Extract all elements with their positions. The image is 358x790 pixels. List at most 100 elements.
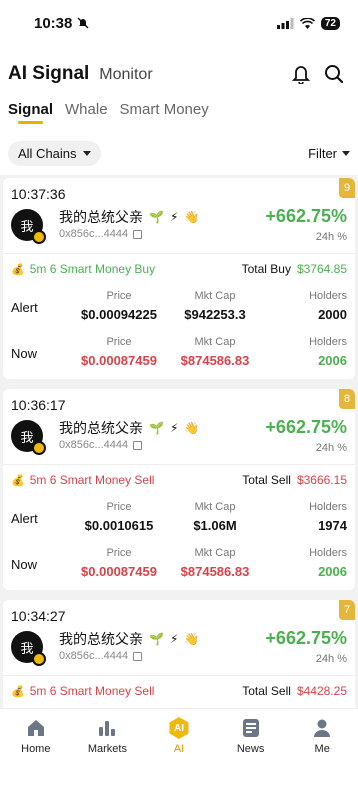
price-label: Price [106,547,132,559]
tab-smart-money[interactable]: Smart Money [120,101,209,124]
tab-ai[interactable]: AI AI [149,717,209,790]
tab-ai-label: AI [173,743,185,755]
monitor-tab[interactable]: Monitor [99,66,152,84]
signal-card[interactable]: 10:36:17 8 我 我的总统父亲 🌱 ⚡ 👋 0x856c...4444 +66… [3,389,355,590]
signal-card[interactable]: 10:37:36 9 我 我的总统父亲 🌱 ⚡ 👋 0x856c...4444 +66… [3,178,355,379]
total-label: Total Sell [242,684,291,698]
status-time: 10:38 [34,15,89,32]
token-avatar: 我 [11,631,46,666]
ai-icon: AI [169,717,189,739]
bnb-chain-icon [32,230,46,244]
status-bar: 10:38 72 [0,0,358,46]
token-address: 0x856c...4444 [59,439,129,451]
copy-icon[interactable] [133,651,143,661]
rank-badge: 7 [339,600,355,620]
chevron-down-icon [82,150,91,156]
token-address: 0x856c...4444 [59,228,129,240]
token-avatar: 我 [11,209,46,244]
tab-me-label: Me [314,743,330,755]
bell-icon[interactable] [292,64,310,84]
alert-price: $0.0010615 [84,518,154,533]
price-change: +662.75% [265,628,347,648]
change-label: 24h % [315,653,347,665]
money-bag-icon: 💰 [11,685,25,698]
alert-holders: 1974 [318,518,347,533]
token-address: 0x856c...4444 [59,650,129,662]
lightning-icon: ⚡ [169,210,179,224]
hand-icon: 👋 [184,632,200,646]
copy-icon[interactable] [133,229,143,239]
hand-icon: 👋 [184,210,200,224]
alert-price: $0.00094225 [81,307,157,322]
tab-me[interactable]: Me [292,717,352,790]
chain-dropdown[interactable]: All Chains [8,140,101,166]
copy-icon[interactable] [133,440,143,450]
now-holders: 2006 [318,564,347,579]
holders-label: Holders [309,547,347,559]
mkt-cap-label: Mkt Cap [194,336,236,348]
hand-icon: 👋 [184,421,200,435]
change-label: 24h % [315,442,347,454]
news-icon [242,719,259,737]
price-label: Price [106,501,132,513]
search-icon[interactable] [324,64,344,84]
token-name: 我的总统父亲 [59,631,143,647]
avatar-text: 我 [20,218,34,234]
now-mkt-cap: $874586.83 [180,353,250,368]
lightning-icon: ⚡ [169,632,179,646]
filter-bar: All Chains Filter [0,131,358,175]
avatar-text: 我 [20,640,34,656]
person-icon [314,719,331,737]
now-mkt-cap: $874586.83 [180,564,250,579]
tab-home[interactable]: Home [6,717,66,790]
holders-label: Holders [309,290,347,302]
signal-list[interactable]: 10:37:36 9 我 我的总统父亲 🌱 ⚡ 👋 0x856c...4444 +66… [0,178,358,708]
wifi-icon [299,17,315,29]
tab-whale[interactable]: Whale [65,101,108,124]
signal-tabs: Signal Whale Smart Money [0,101,358,131]
signal-icon [276,17,294,29]
total-label: Total Buy [241,262,291,276]
now-label: Now [11,346,38,361]
sprout-icon: 🌱 [149,421,164,435]
lightning-icon: ⚡ [169,421,179,435]
markets-icon [99,721,116,736]
token-name: 我的总统父亲 [59,420,143,436]
alert-mkt-cap: $1.06M [193,518,237,533]
price-change: +662.75% [265,206,347,226]
price-label: Price [106,290,132,302]
mkt-cap-label: Mkt Cap [194,501,236,513]
money-bag-icon: 💰 [11,474,25,487]
sprout-icon: 🌱 [149,632,164,646]
tab-signal[interactable]: Signal [8,101,53,124]
tab-markets[interactable]: Markets [77,717,137,790]
chevron-down-icon [342,150,350,156]
total-label: Total Sell [242,473,291,487]
tab-home-label: Home [21,743,51,755]
battery-icon: 72 [320,16,340,30]
signal-card[interactable]: 10:34:27 7 我 我的总统父亲 🌱 ⚡ 👋 0x856c...4444 +66… [3,600,355,708]
filter-label: Filter [308,145,337,161]
now-label: Now [11,557,38,572]
mkt-cap-label: Mkt Cap [194,290,236,302]
page-title: AI Signal [8,62,90,84]
card-time: 10:37:36 [11,186,66,202]
alert-holders: 2000 [318,307,347,322]
divider [3,253,355,254]
now-price: $0.00087459 [81,564,157,579]
holders-label: Holders [309,336,347,348]
alert-mkt-cap: $942253.3 [184,307,246,322]
time-text: 10:38 [34,14,73,32]
bottom-tab-bar: Home Markets AI AI News Me [0,708,358,790]
price-label: Price [106,336,132,348]
tab-news[interactable]: News [221,717,281,790]
token-avatar: 我 [11,420,46,455]
rank-badge: 9 [339,178,355,198]
home-icon [27,720,44,736]
total-value: $3666.15 [296,473,347,487]
avatar-text: 我 [20,429,34,445]
filter-button[interactable]: Filter [308,146,350,161]
total-value: $3764.85 [296,262,347,276]
header: AI Signal Monitor [0,46,358,101]
money-bag-icon: 💰 [11,263,25,276]
